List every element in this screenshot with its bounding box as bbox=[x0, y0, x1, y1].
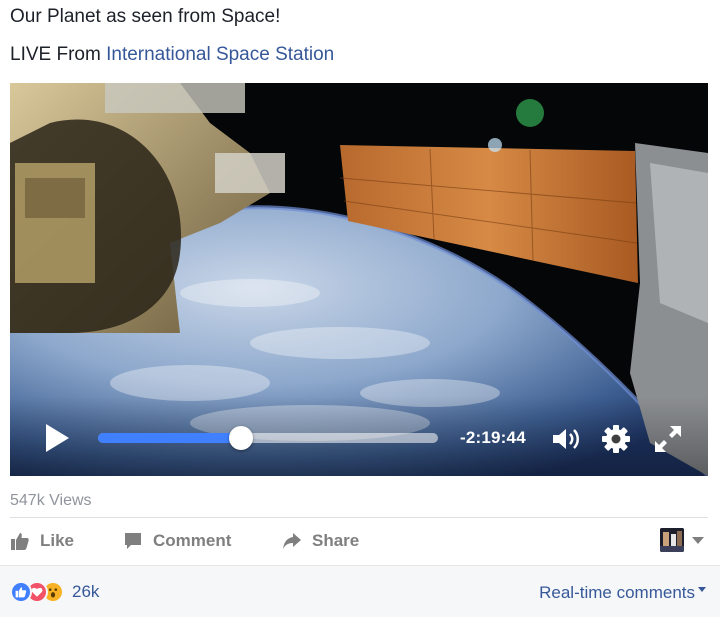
share-icon bbox=[283, 533, 301, 549]
caret-down-icon bbox=[698, 587, 706, 592]
post-title: Our Planet as seen from Space! bbox=[10, 6, 281, 27]
comment-label: Comment bbox=[153, 531, 232, 550]
like-button[interactable]: Like bbox=[10, 526, 74, 556]
realtime-comments-label: Real-time comments bbox=[539, 583, 695, 602]
reactions-summary[interactable]: 26k bbox=[10, 581, 99, 603]
fullscreen-icon[interactable] bbox=[652, 423, 684, 455]
progress-fill bbox=[98, 433, 241, 443]
divider bbox=[10, 517, 708, 518]
time-remaining: -2:19:44 bbox=[460, 428, 526, 447]
like-reaction-icon bbox=[10, 581, 32, 603]
view-count: 547k Views bbox=[10, 492, 92, 509]
volume-icon[interactable] bbox=[550, 423, 582, 455]
play-icon[interactable] bbox=[44, 423, 70, 453]
post-footer: 26k Real-time comments bbox=[0, 565, 720, 617]
progress-knob[interactable] bbox=[228, 426, 253, 450]
comment-icon bbox=[125, 533, 141, 549]
location-link[interactable]: International Space Station bbox=[106, 44, 334, 65]
avatar bbox=[660, 528, 684, 552]
chevron-down-icon bbox=[692, 536, 704, 544]
gear-icon[interactable] bbox=[600, 423, 632, 455]
live-prefix: LIVE From bbox=[10, 44, 101, 65]
progress-bar[interactable] bbox=[98, 426, 438, 450]
like-label: Like bbox=[40, 531, 75, 550]
thumbs-up-icon bbox=[11, 533, 29, 550]
comment-button[interactable]: Comment bbox=[123, 526, 231, 556]
share-button[interactable]: Share bbox=[282, 526, 359, 556]
post-subtitle: LIVE From International Space Station bbox=[10, 44, 334, 66]
realtime-comments-dropdown[interactable]: Real-time comments bbox=[539, 583, 706, 603]
action-bar: Like Comment Share bbox=[10, 526, 708, 556]
post-as-selector[interactable] bbox=[660, 528, 704, 552]
share-label: Share bbox=[312, 531, 360, 550]
reaction-count: 26k bbox=[72, 582, 100, 601]
video-player[interactable]: -2:19:44 bbox=[10, 83, 708, 476]
